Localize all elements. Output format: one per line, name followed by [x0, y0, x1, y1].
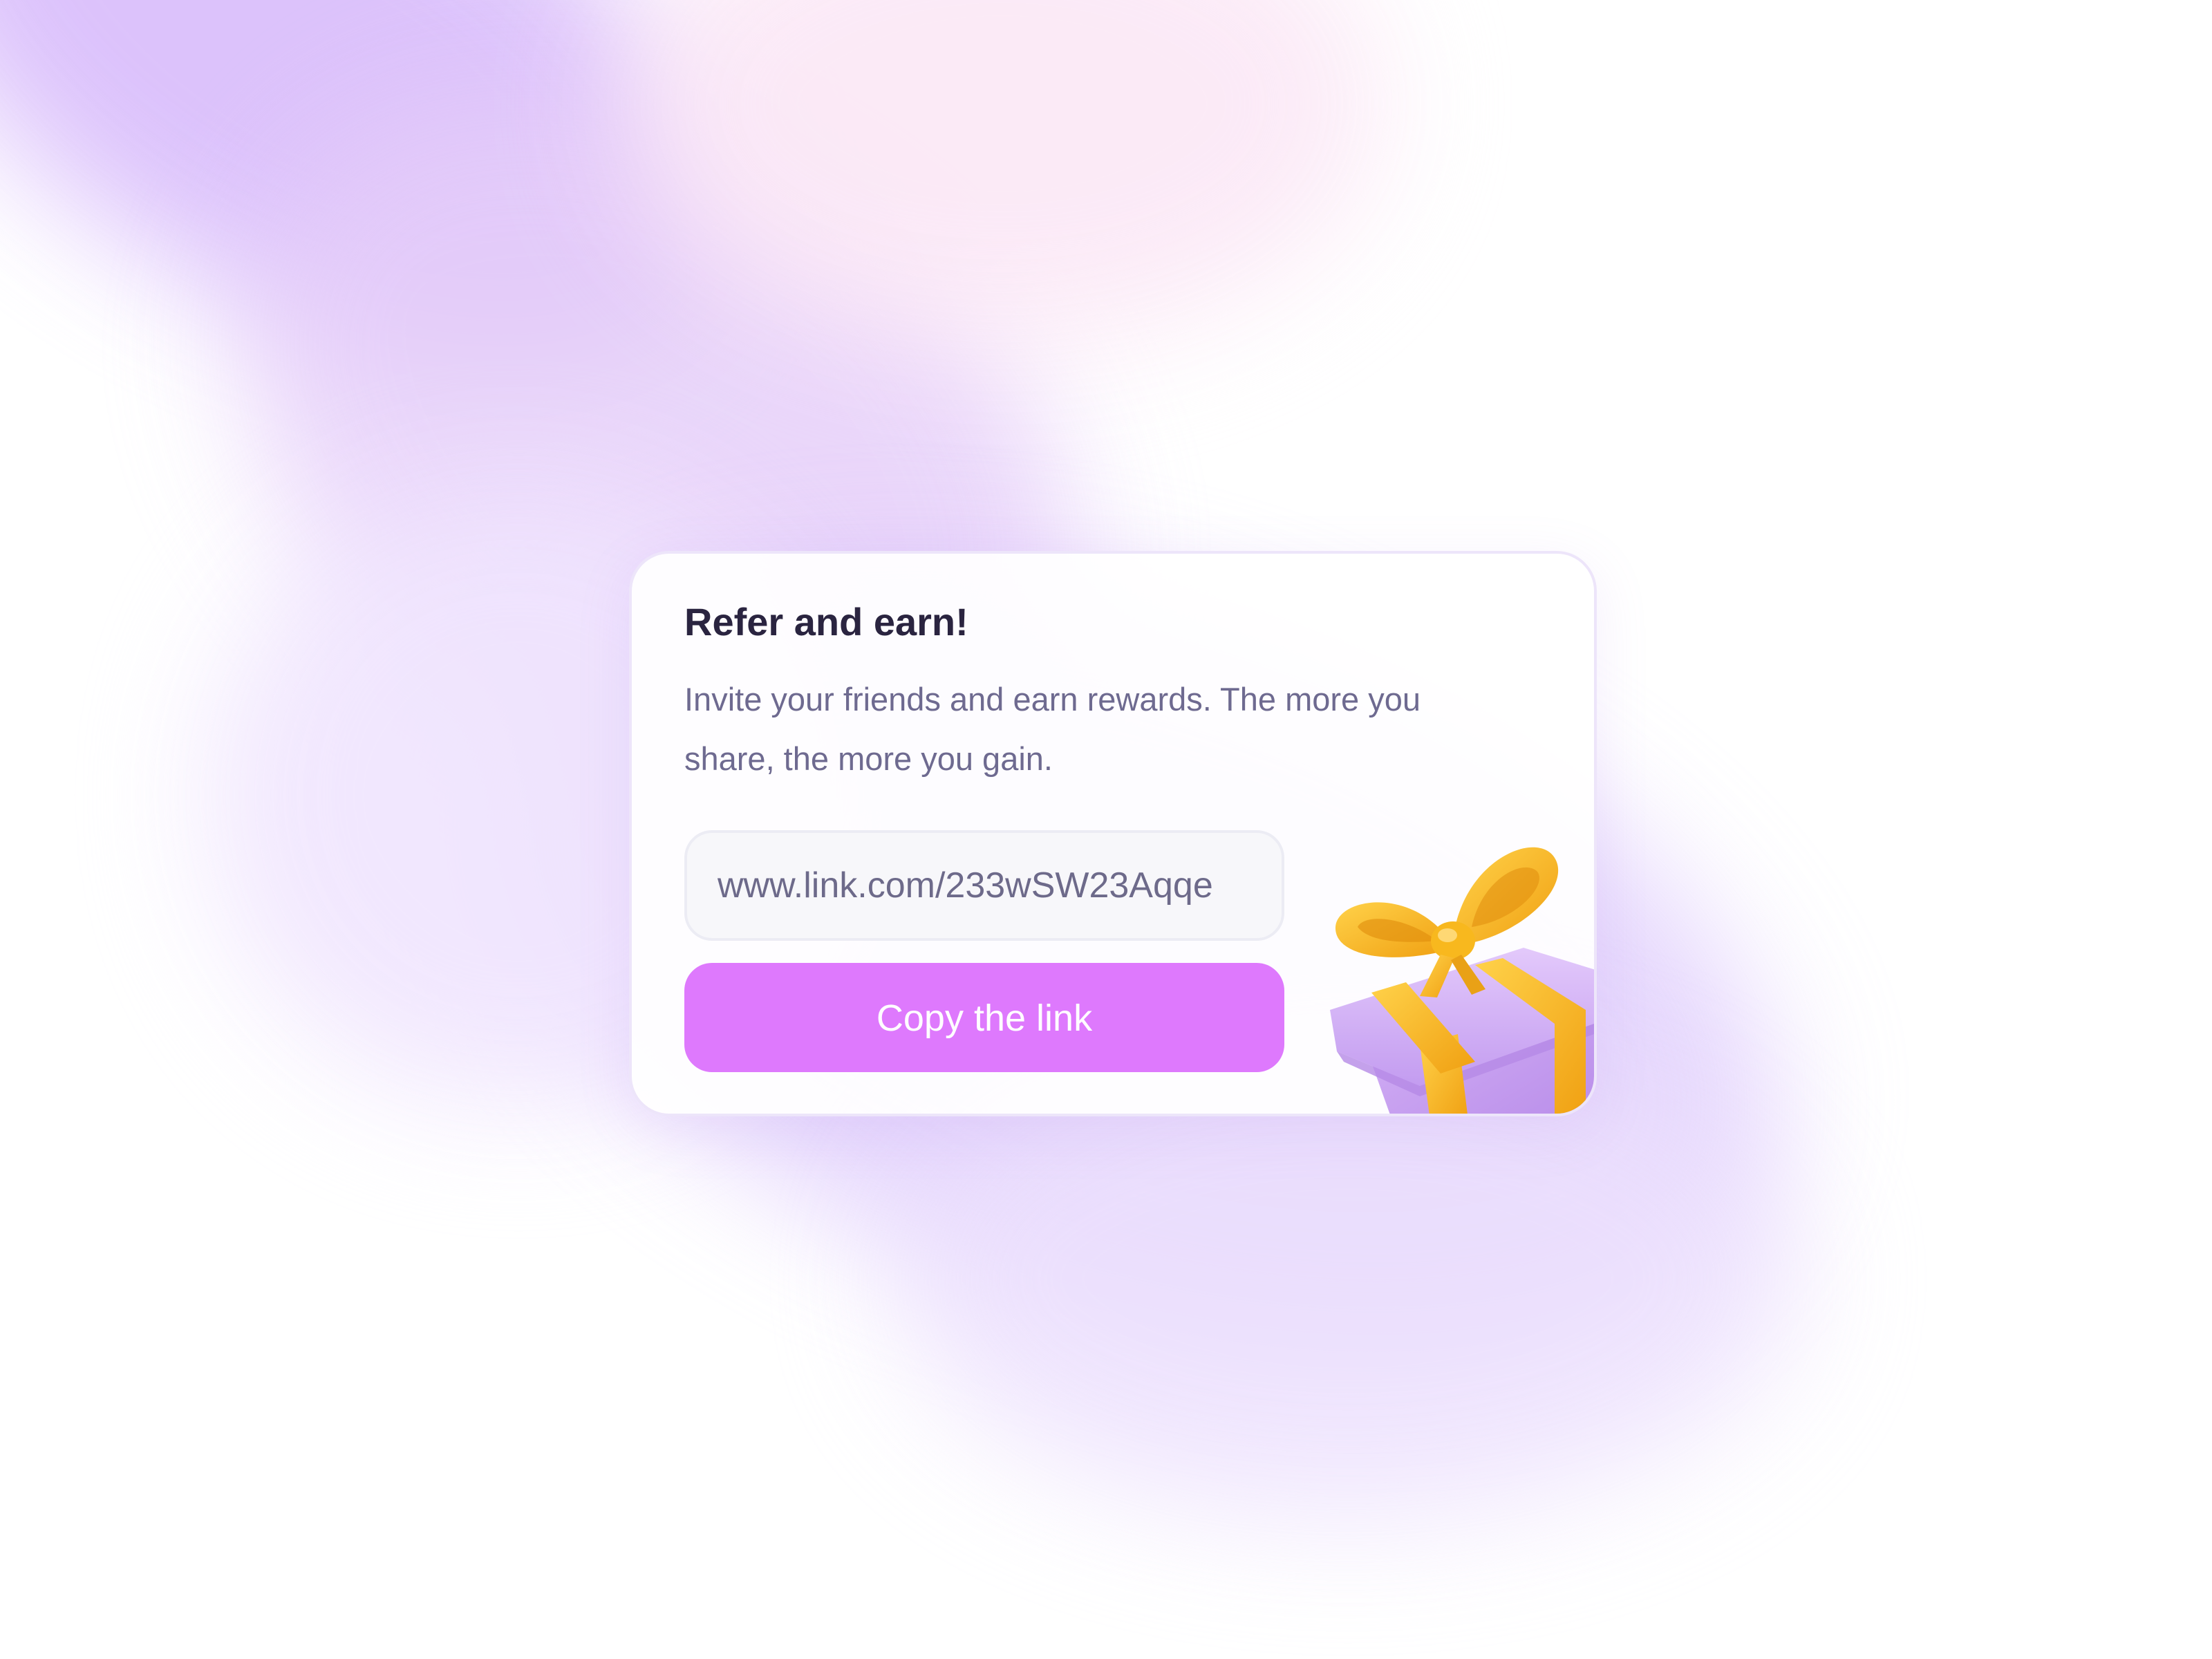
gift-box-icon [1330, 847, 1594, 1114]
card-description: Invite your friends and earn rewards. Th… [684, 681, 1421, 777]
referral-card: Refer and earn! Invite your friends and … [629, 551, 1597, 1116]
referral-link-field[interactable]: www.link.com/233wSW23Aqqe [684, 830, 1284, 941]
card-title: Refer and earn! [684, 600, 968, 644]
copy-link-button[interactable]: Copy the link [684, 963, 1284, 1072]
